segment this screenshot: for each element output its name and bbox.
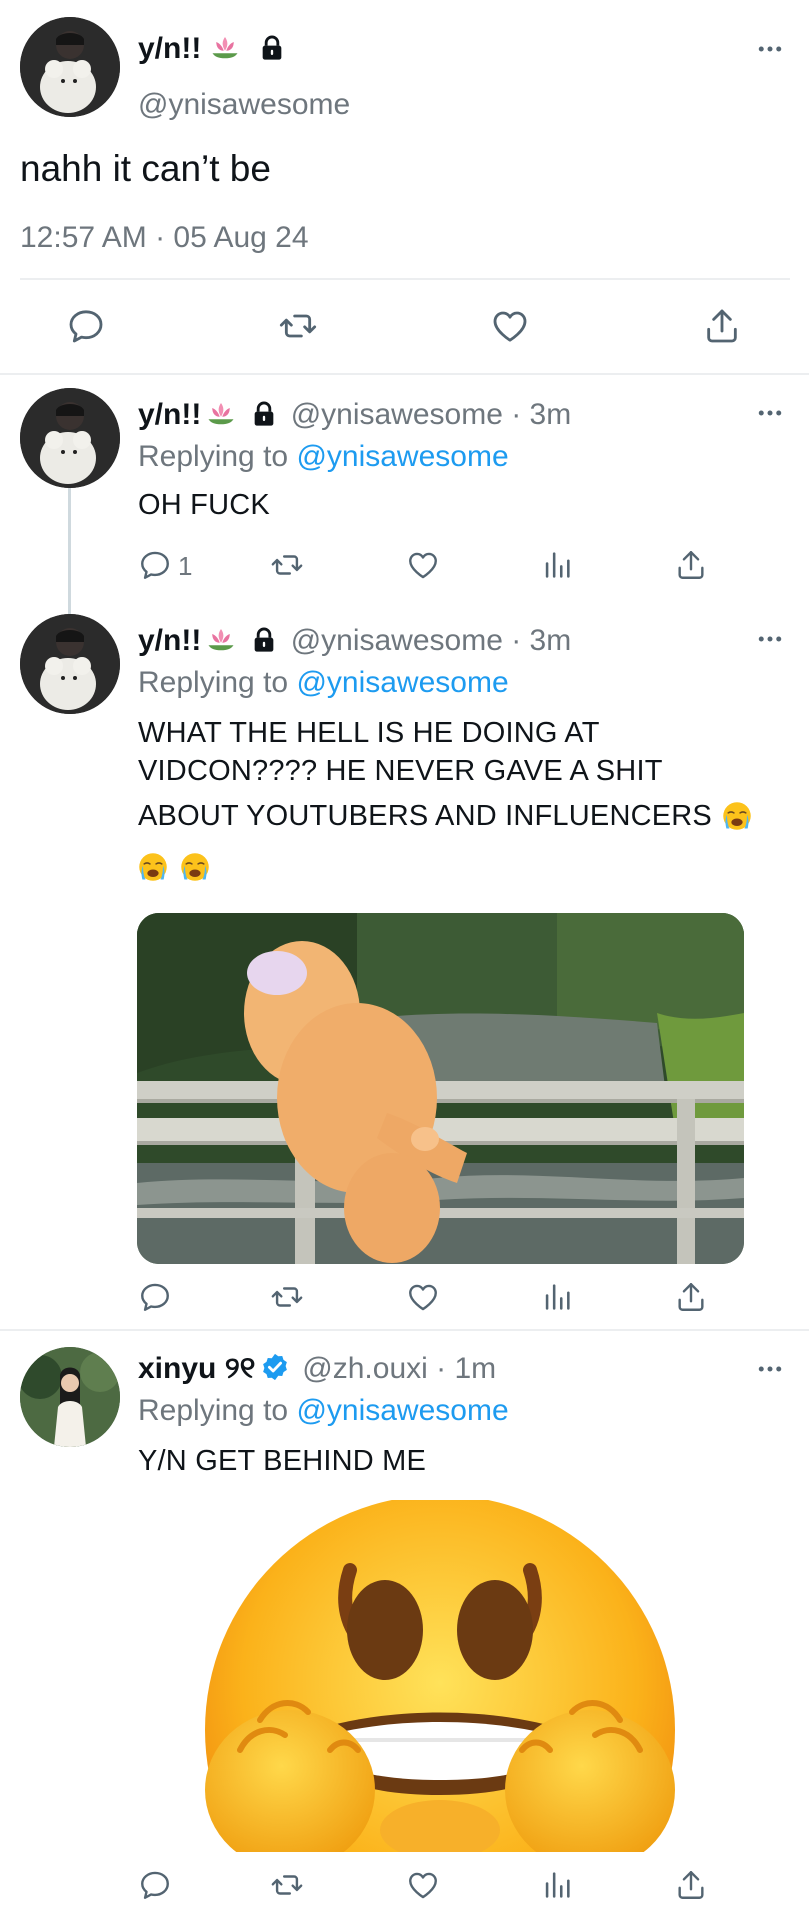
share-icon bbox=[702, 306, 742, 346]
grimacing-emoji bbox=[205, 1500, 675, 1852]
photo-plush-on-bridge bbox=[137, 913, 744, 1264]
attached-emoji-image[interactable] bbox=[200, 1500, 680, 1852]
attached-photo[interactable] bbox=[137, 913, 744, 1264]
avatar[interactable] bbox=[20, 388, 120, 488]
reply-button[interactable] bbox=[138, 548, 172, 582]
retweet-button[interactable] bbox=[270, 548, 304, 582]
reply-button[interactable] bbox=[138, 1868, 172, 1902]
share-icon bbox=[674, 1868, 708, 1902]
reply-icon bbox=[138, 1280, 172, 1314]
reply-text-line-3-row: ABOUT YOUTUBERS AND INFLUENCERS bbox=[138, 797, 752, 835]
views-icon bbox=[540, 1868, 574, 1902]
more-options-icon[interactable] bbox=[755, 624, 785, 654]
handle-time[interactable]: @zh.ouxi · 1m bbox=[302, 1352, 496, 1385]
thread-connector bbox=[68, 488, 71, 620]
display-name-text: y/n!! bbox=[138, 32, 202, 65]
handle-time[interactable]: @ynisawesome · 3m bbox=[291, 398, 572, 431]
like-icon bbox=[406, 1280, 440, 1314]
views-button[interactable] bbox=[540, 1868, 574, 1902]
loudly-crying-emoji bbox=[180, 852, 210, 882]
share-button[interactable] bbox=[702, 306, 742, 346]
like-button[interactable] bbox=[490, 306, 530, 346]
reply-text: Y/N GET BEHIND ME bbox=[138, 1445, 427, 1477]
reply-icon bbox=[66, 306, 106, 346]
reply-text-line-1: WHAT THE HELL IS HE DOING AT bbox=[138, 717, 600, 749]
handle-time[interactable]: @ynisawesome · 3m bbox=[291, 624, 572, 657]
like-button[interactable] bbox=[406, 1868, 440, 1902]
lotus-icon bbox=[206, 398, 236, 428]
divider bbox=[0, 1329, 809, 1331]
retweet-icon bbox=[278, 306, 318, 346]
share-button[interactable] bbox=[674, 548, 708, 582]
reply-text-line-2: VIDCON???? HE NEVER GAVE A SHIT bbox=[138, 755, 663, 787]
avatar[interactable] bbox=[20, 1347, 120, 1447]
display-name[interactable]: y/n!! bbox=[138, 398, 201, 431]
lock-icon bbox=[250, 626, 278, 654]
name-suffix: ୨୧ bbox=[224, 1352, 256, 1385]
loudly-crying-emoji bbox=[722, 801, 752, 831]
lotus-icon bbox=[210, 32, 240, 62]
reply-button[interactable] bbox=[66, 306, 106, 346]
reply-count: 1 bbox=[178, 551, 193, 581]
like-icon bbox=[406, 548, 440, 582]
mention-link[interactable]: @ynisawesome bbox=[296, 666, 508, 699]
share-icon bbox=[674, 1280, 708, 1314]
lock-icon bbox=[250, 400, 278, 428]
mention-link[interactable]: @ynisawesome bbox=[296, 1394, 508, 1427]
retweet-button[interactable] bbox=[270, 1868, 304, 1902]
reply-header: y/n!! @ynisawesome · 3m bbox=[138, 624, 571, 658]
reply-text-line-3: ABOUT YOUTUBERS AND INFLUENCERS bbox=[138, 800, 712, 832]
replying-to: Replying to @ynisawesome bbox=[138, 1394, 509, 1428]
retweet-icon bbox=[270, 548, 304, 582]
avatar[interactable] bbox=[20, 17, 120, 117]
like-button[interactable] bbox=[406, 1280, 440, 1314]
retweet-icon bbox=[270, 1868, 304, 1902]
share-button[interactable] bbox=[674, 1280, 708, 1314]
replying-to: Replying to @ynisawesome bbox=[138, 440, 509, 474]
share-button[interactable] bbox=[674, 1868, 708, 1902]
lock-icon bbox=[258, 34, 286, 62]
avatar[interactable] bbox=[20, 614, 120, 714]
reply-button[interactable] bbox=[138, 1280, 172, 1314]
verified-icon bbox=[260, 1352, 290, 1382]
replying-to-prefix: Replying to bbox=[138, 666, 297, 699]
views-button[interactable] bbox=[540, 1280, 574, 1314]
views-icon bbox=[540, 548, 574, 582]
replying-to-prefix: Replying to bbox=[138, 1394, 297, 1427]
mention-link[interactable]: @ynisawesome bbox=[296, 440, 508, 473]
reply-header: y/n!! @ynisawesome · 3m bbox=[138, 398, 571, 432]
loudly-crying-emoji bbox=[138, 852, 168, 882]
display-name[interactable]: xinyu bbox=[138, 1352, 216, 1385]
views-icon bbox=[540, 1280, 574, 1314]
reply-icon bbox=[138, 548, 172, 582]
divider bbox=[0, 373, 809, 375]
reply-icon bbox=[138, 1868, 172, 1902]
retweet-icon bbox=[270, 1280, 304, 1314]
retweet-button[interactable] bbox=[278, 306, 318, 346]
divider bbox=[20, 278, 790, 280]
retweet-button[interactable] bbox=[270, 1280, 304, 1314]
reply-header: xinyu ୨୧ @zh.ouxi · 1m bbox=[138, 1352, 496, 1386]
tweet-timestamp[interactable]: 12:57 AM · 05 Aug 24 bbox=[20, 221, 309, 255]
tweet-text: nahh it can’t be bbox=[20, 148, 271, 189]
handle[interactable]: @ynisawesome bbox=[138, 88, 350, 122]
more-options-icon[interactable] bbox=[755, 1354, 785, 1384]
like-icon bbox=[490, 306, 530, 346]
display-name[interactable]: y/n!! bbox=[138, 624, 201, 657]
views-button[interactable] bbox=[540, 548, 574, 582]
reply-text: OH FUCK bbox=[138, 489, 270, 521]
more-options-icon[interactable] bbox=[755, 398, 785, 428]
replying-to: Replying to @ynisawesome bbox=[138, 666, 509, 700]
emoji-row bbox=[138, 852, 210, 882]
share-icon bbox=[674, 548, 708, 582]
replying-to-prefix: Replying to bbox=[138, 440, 297, 473]
more-options-icon[interactable] bbox=[755, 34, 785, 64]
like-icon bbox=[406, 1868, 440, 1902]
display-name[interactable]: y/n!! bbox=[138, 32, 286, 66]
lotus-icon bbox=[206, 624, 236, 654]
like-button[interactable] bbox=[406, 548, 440, 582]
